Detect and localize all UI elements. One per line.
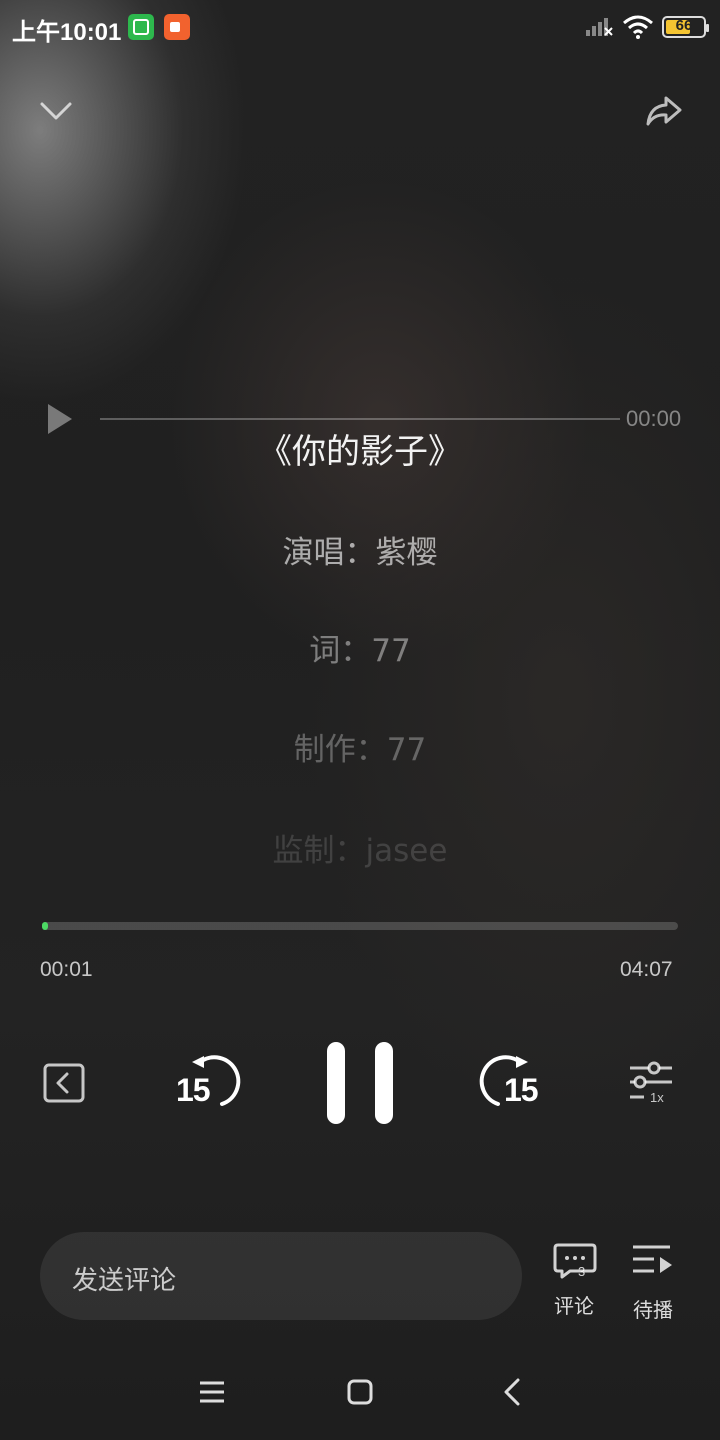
mini-progress-track[interactable] xyxy=(100,418,620,420)
total-time: 04:07 xyxy=(620,958,673,981)
lyric-line: 《你的影子》 xyxy=(258,432,462,472)
lyric-line: 制作：77 xyxy=(293,732,427,768)
signal-icon xyxy=(586,18,613,36)
playback-speed-button[interactable]: 1x xyxy=(626,1060,676,1108)
comments-label: 评论 xyxy=(554,1294,594,1318)
home-icon[interactable] xyxy=(340,1372,380,1412)
pause-icon[interactable] xyxy=(320,1040,400,1126)
lyric-line: 监制：jasee xyxy=(272,833,448,869)
current-time: 00:01 xyxy=(40,958,93,981)
system-navigation-bar xyxy=(0,1350,720,1440)
wifi-icon xyxy=(623,15,653,39)
screen-record-icon xyxy=(164,14,190,40)
comment-input[interactable]: 发送评论 xyxy=(40,1232,522,1320)
chevron-down-icon[interactable] xyxy=(32,88,80,136)
battery-percent: 66 xyxy=(675,17,693,34)
progress-slider[interactable] xyxy=(42,922,678,930)
playlist-icon xyxy=(633,1245,672,1273)
menu-icon[interactable] xyxy=(192,1372,232,1412)
playback-speed: 1x xyxy=(650,1090,664,1105)
rewind-button[interactable]: 15 xyxy=(170,1052,242,1116)
battery-icon: 66 xyxy=(662,16,709,38)
blurred-cover-background xyxy=(0,0,720,1440)
back-icon[interactable] xyxy=(492,1372,532,1412)
comment-bubble-icon xyxy=(553,1243,597,1279)
status-bar: 上午10:01 66 xyxy=(0,0,720,56)
progress-fill xyxy=(42,922,48,930)
comment-placeholder: 发送评论 xyxy=(72,1266,177,1296)
notification-app-icon xyxy=(128,14,154,40)
comment-count: 3 xyxy=(578,1264,586,1279)
previous-chapter-icon[interactable] xyxy=(42,1062,86,1104)
status-time: 上午10:01 xyxy=(12,19,122,46)
forward-seconds: 15 xyxy=(504,1072,539,1108)
comments-button[interactable]: 3 评论 xyxy=(544,1240,604,1320)
forward-button[interactable]: 15 xyxy=(478,1052,550,1116)
lyric-line: 词：77 xyxy=(309,633,411,669)
rewind-seconds: 15 xyxy=(176,1072,211,1108)
share-icon[interactable] xyxy=(640,86,688,134)
queue-label: 待播 xyxy=(633,1298,673,1322)
queue-button[interactable]: 待播 xyxy=(622,1240,684,1322)
lyric-line: 演唱：紫樱 xyxy=(282,535,438,571)
